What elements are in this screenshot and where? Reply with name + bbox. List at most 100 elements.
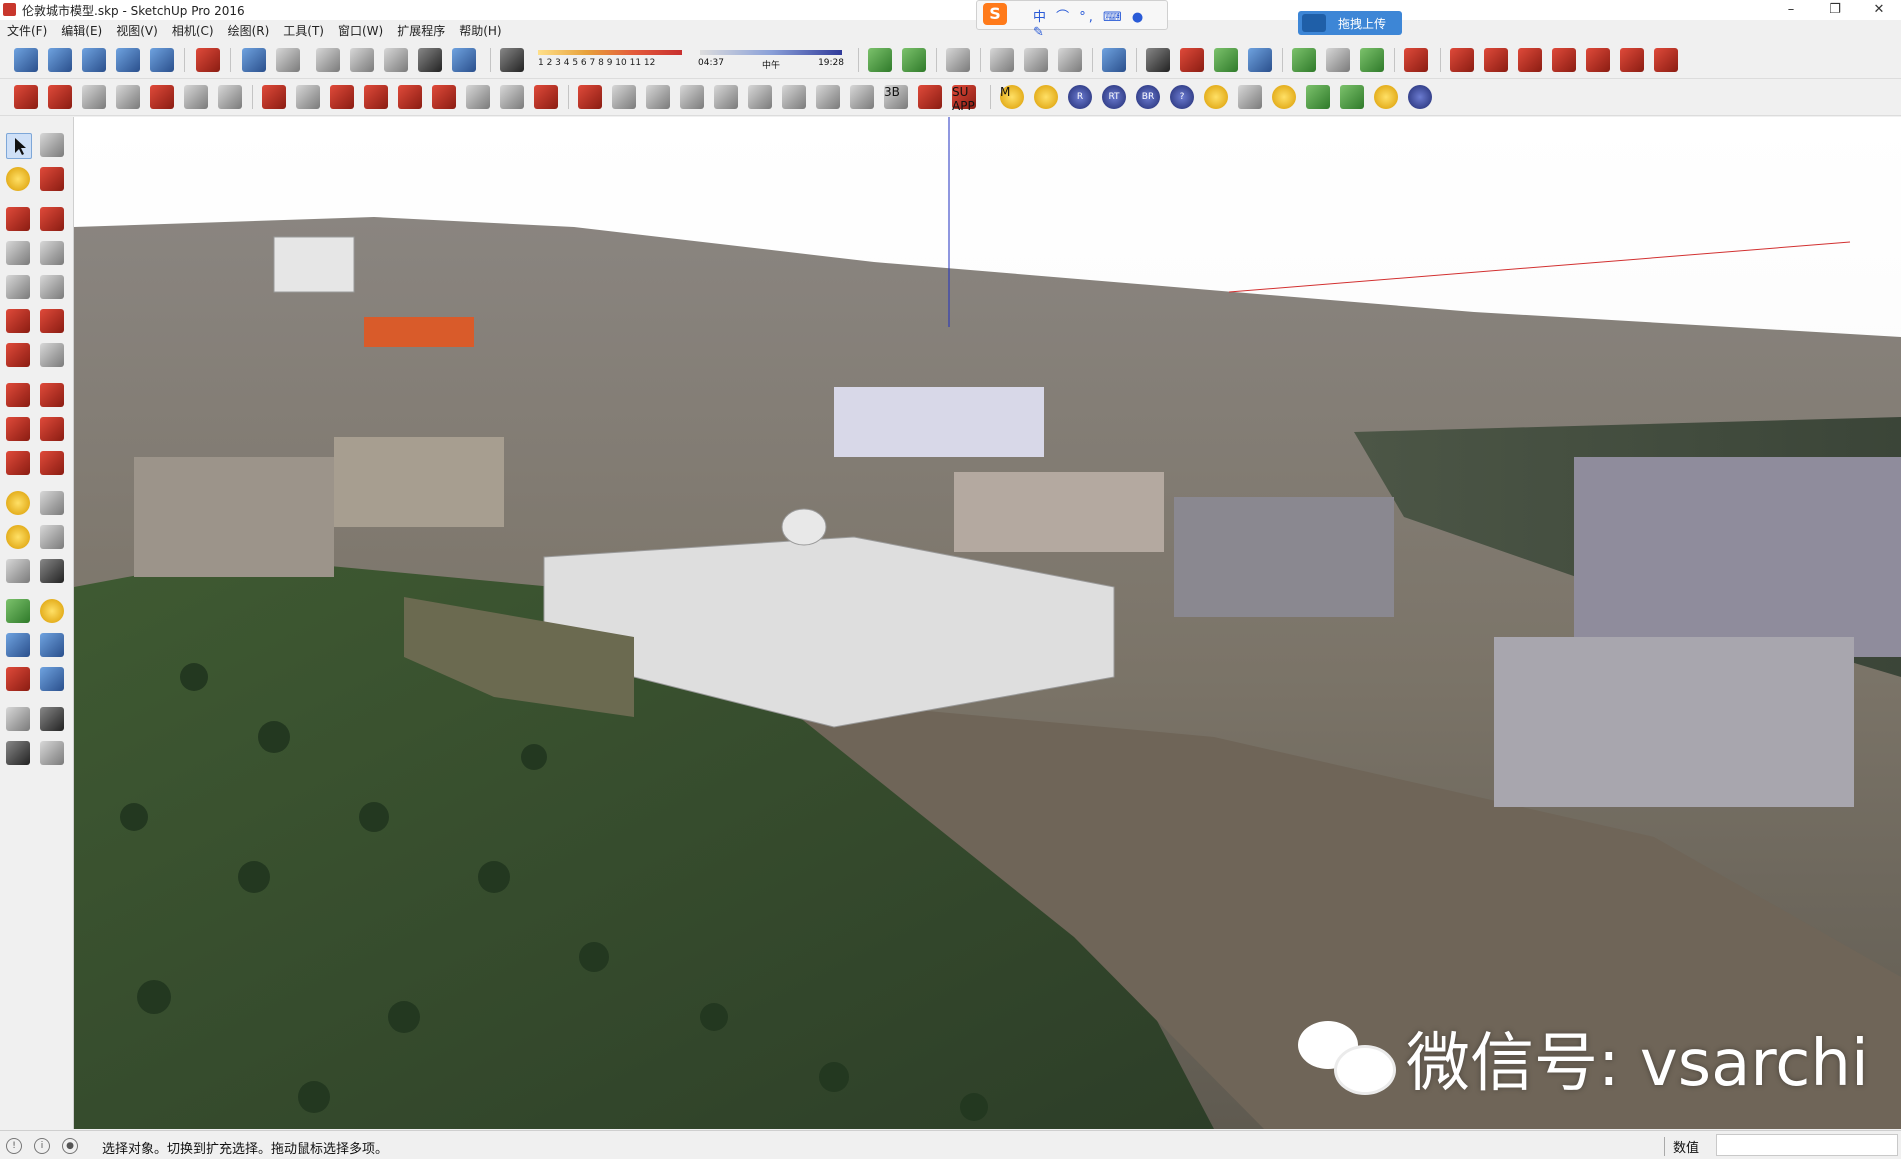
user-status-icon[interactable]: ● [62, 1138, 78, 1154]
m-plugin-icon[interactable]: M [1000, 85, 1024, 109]
extension-1-icon[interactable] [1450, 48, 1474, 72]
xray-icon[interactable] [242, 48, 266, 72]
push-pull-icon[interactable] [398, 85, 422, 109]
minimize-button[interactable]: – [1769, 0, 1813, 20]
model-viewport[interactable] [74, 117, 1901, 1129]
fog-icon[interactable] [868, 48, 892, 72]
drape-icon[interactable] [1146, 48, 1170, 72]
make-component-icon[interactable] [48, 85, 72, 109]
geo-location-status-icon[interactable]: ! [6, 1138, 22, 1154]
bezier-curve-icon[interactable] [1102, 48, 1126, 72]
measurements-input[interactable] [1716, 1134, 1898, 1156]
style-icon[interactable] [452, 48, 476, 72]
menu-file[interactable]: 文件(F) [0, 21, 54, 41]
rectangle-tool-icon[interactable] [218, 85, 242, 109]
walk-footprints-icon[interactable] [6, 741, 30, 765]
paint-bucket-icon[interactable] [82, 85, 106, 109]
rotate-tool-icon[interactable] [432, 85, 456, 109]
city-model-render[interactable] [74, 117, 1901, 1129]
arc-tool-icon[interactable] [184, 85, 208, 109]
flip-edge-icon[interactable] [1214, 48, 1238, 72]
proxy-plugin-icon[interactable] [1306, 85, 1330, 109]
ruby-console-icon[interactable] [918, 85, 942, 109]
tape-measure-tool-icon[interactable] [6, 491, 30, 515]
move-icon[interactable] [6, 383, 30, 407]
light-plugin-icon[interactable] [1272, 85, 1296, 109]
scale-tool-icon[interactable] [500, 85, 524, 109]
pause-render-icon[interactable] [1408, 85, 1432, 109]
sandbox-from-contours-icon[interactable] [990, 48, 1014, 72]
import-photo-texture-icon[interactable] [1360, 48, 1384, 72]
scatter-plugin-icon[interactable] [1340, 85, 1364, 109]
protractor-icon[interactable] [612, 85, 636, 109]
month-slider-track[interactable] [538, 50, 682, 55]
pie-icon[interactable] [40, 343, 64, 367]
back-view-icon[interactable] [150, 48, 174, 72]
axes-icon[interactable] [6, 559, 30, 583]
follow-me-icon[interactable] [466, 85, 490, 109]
shadows-toggle-icon[interactable] [500, 48, 524, 72]
extension-6-icon[interactable] [1620, 48, 1644, 72]
rt-plugin-icon[interactable]: RT [1102, 85, 1126, 109]
shaded-icon[interactable] [350, 48, 374, 72]
credits-status-icon[interactable]: i [34, 1138, 50, 1154]
add-location-icon[interactable] [902, 48, 926, 72]
extension-2-icon[interactable] [1484, 48, 1508, 72]
axes-tool-icon[interactable] [646, 85, 670, 109]
move-tool-icon[interactable] [364, 85, 388, 109]
arc-icon[interactable] [6, 309, 30, 333]
components-icon[interactable] [196, 48, 220, 72]
su-app-icon[interactable]: SU APP [952, 85, 976, 113]
extension-3-icon[interactable] [1518, 48, 1542, 72]
tag-plugin-icon[interactable] [1034, 85, 1058, 109]
protractor-tool-icon[interactable] [6, 525, 30, 549]
scale-icon[interactable] [6, 451, 30, 475]
circle-icon[interactable] [6, 275, 30, 299]
sandbox-from-scratch-icon[interactable] [1024, 48, 1048, 72]
tape-measure-icon[interactable] [578, 85, 602, 109]
push-pull-tool-icon[interactable] [40, 383, 64, 407]
walk-tool-icon[interactable] [816, 85, 840, 109]
component-tool-icon[interactable] [40, 133, 64, 157]
smoove-icon[interactable] [1058, 48, 1082, 72]
zoom-icon[interactable] [6, 633, 30, 657]
menu-view[interactable]: 视图(V) [109, 21, 165, 41]
sun-plugin-icon[interactable] [1374, 85, 1398, 109]
line-tool-icon[interactable] [150, 85, 174, 109]
menu-draw[interactable]: 绘图(R) [221, 21, 277, 41]
iso-view-icon[interactable] [14, 48, 38, 72]
position-camera-icon[interactable] [6, 707, 30, 731]
rectangle-icon[interactable] [6, 241, 30, 265]
pan-icon[interactable] [40, 599, 64, 623]
month-slider[interactable]: 1 2 3 4 5 6 7 8 9 10 11 12 [534, 48, 686, 72]
right-view-icon[interactable] [116, 48, 140, 72]
zoom-extents-icon[interactable] [6, 667, 30, 691]
material-plugin-icon[interactable] [1204, 85, 1228, 109]
time-slider[interactable]: 04:37 中午 19:28 [696, 48, 846, 72]
orbit-icon[interactable] [6, 599, 30, 623]
dimension-icon[interactable] [40, 491, 64, 515]
wireframe-icon[interactable] [276, 48, 300, 72]
freehand-tool-icon[interactable] [330, 85, 354, 109]
3d-text-tool-icon[interactable] [40, 559, 64, 583]
text-tool-icon[interactable] [714, 85, 738, 109]
select-tool-icon[interactable] [14, 85, 38, 109]
freehand-icon[interactable] [40, 207, 64, 231]
follow-me-tool-icon[interactable] [40, 417, 64, 441]
paint-tool-icon[interactable] [6, 167, 30, 191]
warehouse-icon[interactable] [1404, 48, 1428, 72]
rotate-icon[interactable] [6, 417, 30, 441]
geo-location-icon[interactable] [1292, 48, 1316, 72]
polygon-icon[interactable] [40, 275, 64, 299]
time-slider-track[interactable] [700, 50, 842, 55]
polygon-tool-icon[interactable] [296, 85, 320, 109]
offset-icon[interactable] [40, 451, 64, 475]
extension-7-icon[interactable] [1654, 48, 1678, 72]
shaded-textures-icon[interactable] [384, 48, 408, 72]
menu-edit[interactable]: 编辑(E) [54, 21, 109, 41]
three-point-arc-icon[interactable] [6, 343, 30, 367]
3b-icon[interactable]: 3B [884, 85, 908, 109]
menu-window[interactable]: 窗口(W) [331, 21, 390, 41]
close-button[interactable]: ✕ [1857, 0, 1901, 20]
menu-help[interactable]: 帮助(H) [452, 21, 508, 41]
